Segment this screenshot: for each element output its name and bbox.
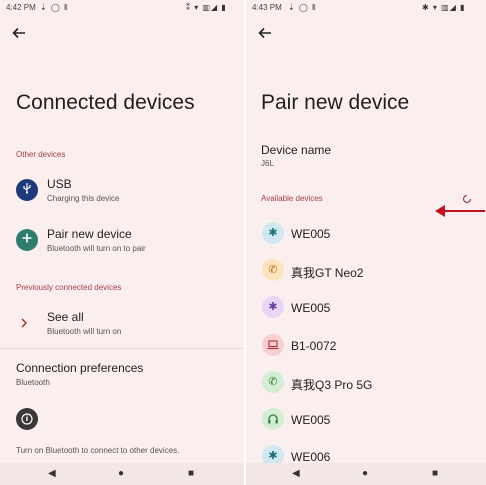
red-arrow-annotation: [434, 204, 486, 223]
headphones-icon: [262, 408, 284, 430]
bluetooth-icon: ✱: [262, 296, 284, 318]
status-time: 4:43 PM: [252, 3, 282, 12]
connection-preferences-subtitle: Bluetooth: [16, 378, 50, 387]
device-item[interactable]: ✱ WE005: [246, 296, 486, 320]
recents-square-icon[interactable]: ■: [432, 468, 438, 479]
laptop-icon: [262, 334, 284, 356]
pair-new-device-title: Pair new device: [47, 227, 132, 241]
usb-title: USB: [47, 177, 72, 191]
navigation-bar: ◀ ● ■: [0, 463, 244, 485]
back-arrow-icon[interactable]: [12, 26, 28, 42]
device-name-item[interactable]: Device name J6L: [246, 142, 486, 172]
phone-icon: ✆: [262, 259, 284, 281]
device-item[interactable]: B1-0072: [246, 334, 486, 358]
usb-subtitle: Charging this device: [47, 194, 120, 203]
usb-icon: [16, 179, 38, 201]
status-time: 4:42 PM: [6, 3, 36, 12]
recents-square-icon[interactable]: ■: [188, 468, 194, 479]
device-item[interactable]: ✱ WE005: [246, 222, 486, 246]
pair-new-device-subtitle: Bluetooth will turn on to pair: [47, 244, 146, 253]
pair-new-device-item[interactable]: Pair new device Bluetooth will turn on t…: [0, 226, 244, 258]
see-all-subtitle: Bluetooth will turn on: [47, 327, 122, 336]
section-available-devices: Available devices: [261, 194, 323, 203]
page-title: Pair new device: [261, 91, 410, 114]
status-notification-icons: ⇣ ◯ ⦀: [40, 3, 69, 12]
see-all-item[interactable]: See all Bluetooth will turn on: [0, 309, 244, 341]
back-triangle-icon[interactable]: ◀: [48, 468, 56, 479]
device-name: 真我Q3 Pro 5G: [291, 378, 373, 392]
connection-preferences-item[interactable]: Connection preferences Bluetooth: [0, 360, 244, 390]
navigation-bar: ◀ ● ■: [246, 463, 486, 485]
device-name: 真我GT Neo2: [291, 266, 364, 280]
pair-new-device-screen: 4:43 PM ⇣ ◯ ⦀ ✱ ▾ ▥◢ ▮ Pair new device D…: [246, 0, 486, 485]
device-item[interactable]: WE005: [246, 408, 486, 432]
connection-preferences-title: Connection preferences: [16, 361, 144, 375]
device-name: WE005: [291, 227, 331, 241]
device-name-value: J6L: [261, 159, 274, 168]
see-all-title: See all: [47, 310, 84, 324]
usb-item[interactable]: USB Charging this device: [0, 175, 244, 207]
divider: [0, 348, 244, 349]
page-title: Connected devices: [16, 91, 195, 114]
connected-devices-screen: 4:42 PM ⇣ ◯ ⦀ ⁑ ▾ ▥◢ ▮ Connected devices…: [0, 0, 244, 485]
plus-icon: [16, 229, 38, 251]
home-circle-icon[interactable]: ●: [118, 468, 124, 479]
back-arrow-icon[interactable]: [258, 26, 274, 42]
device-name-label: Device name: [261, 143, 332, 157]
device-item[interactable]: ✱ WE006: [246, 445, 486, 463]
device-item[interactable]: ✆ 真我GT Neo2: [246, 259, 486, 283]
bluetooth-footer-text: Turn on Bluetooth to connect to other de…: [16, 446, 180, 455]
back-triangle-icon[interactable]: ◀: [292, 468, 300, 479]
chevron-right-icon: [20, 316, 28, 334]
section-previously-connected: Previously connected devices: [16, 283, 122, 292]
device-name: WE005: [291, 301, 331, 315]
status-system-icons: ⁑ ▾ ▥◢ ▮: [186, 3, 227, 12]
device-name: WE005: [291, 413, 331, 427]
section-other-devices: Other devices: [16, 150, 66, 159]
bluetooth-icon: ✱: [262, 222, 284, 244]
device-name: B1-0072: [291, 339, 337, 353]
status-system-icons: ✱ ▾ ▥◢ ▮: [422, 3, 466, 12]
device-name: WE006: [291, 450, 331, 463]
info-icon: [16, 408, 38, 430]
home-circle-icon[interactable]: ●: [362, 468, 368, 479]
device-item[interactable]: ✆ 真我Q3 Pro 5G: [246, 371, 486, 395]
phone-icon: ✆: [262, 371, 284, 393]
bluetooth-icon: ✱: [262, 445, 284, 463]
status-notification-icons: ⇣ ◯ ⦀: [288, 3, 317, 12]
